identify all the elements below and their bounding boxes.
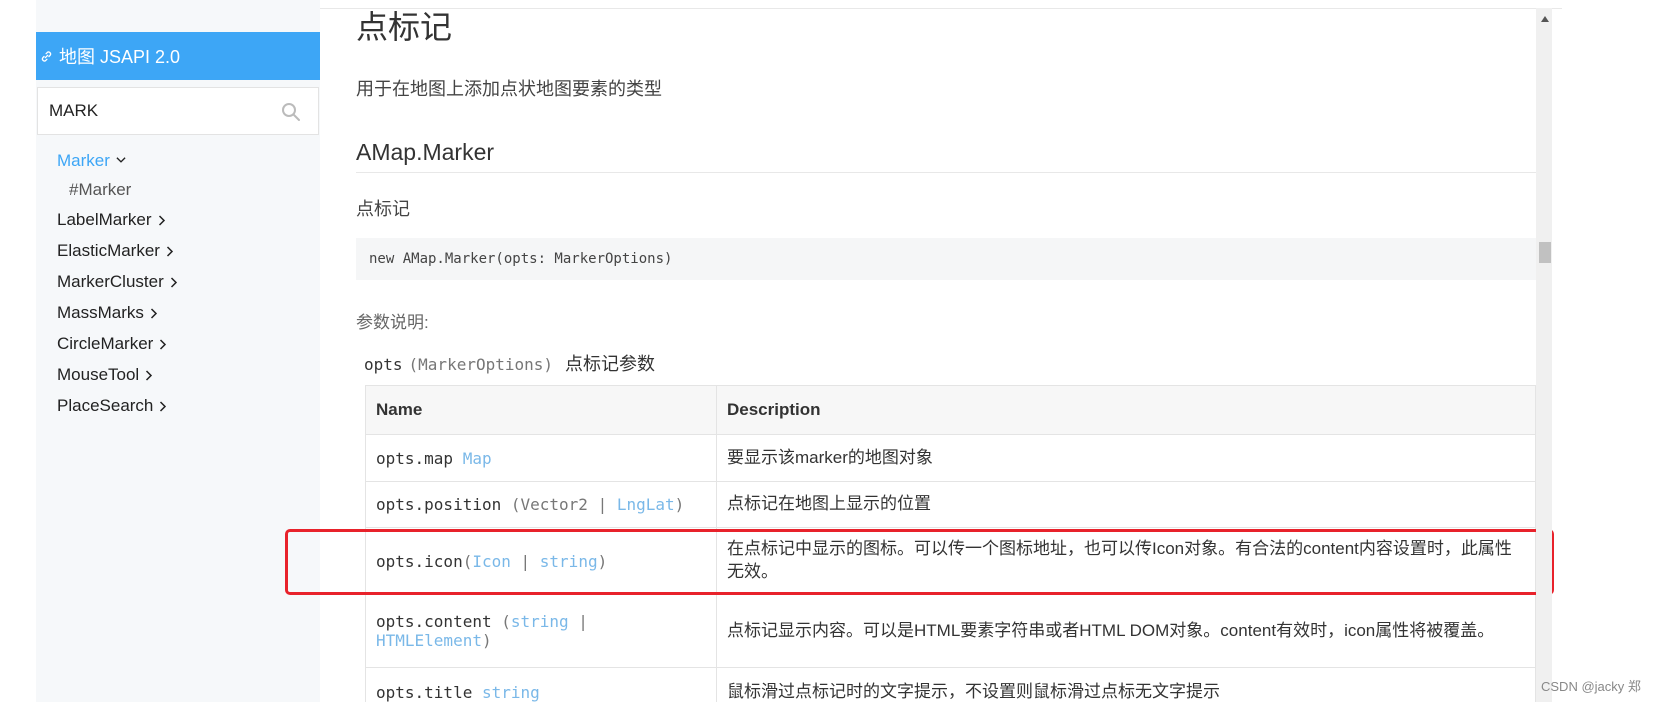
- type-link[interactable]: LngLat: [617, 495, 675, 514]
- option-name-cell: opts.title string: [365, 667, 717, 702]
- param-label: 参数说明:: [356, 313, 429, 332]
- type-link[interactable]: HTMLElement: [376, 631, 482, 650]
- sidebar-subitem-label: #Marker: [69, 180, 132, 199]
- option-description: 要显示该marker的地图对象: [716, 434, 1536, 482]
- chevron-right-icon: [145, 369, 155, 381]
- heading-divider: [356, 172, 1536, 173]
- table-row: opts.content (string | HTMLElement) 点标记显…: [365, 594, 1536, 668]
- option-name: opts.content: [376, 612, 492, 631]
- chevron-down-icon: [116, 156, 126, 166]
- sidebar-item-placesearch[interactable]: PlaceSearch: [57, 390, 180, 421]
- highlight-box: [285, 529, 1554, 595]
- sidebar-item-label: ElasticMarker: [57, 240, 160, 260]
- sidebar-nav: Marker #Marker LabelMarker ElasticMarker…: [57, 145, 180, 421]
- column-header-description: Description: [716, 385, 1536, 435]
- sidebar-title: 地图 JSAPI 2.0: [59, 47, 181, 67]
- chevron-right-icon: [159, 338, 169, 350]
- opts-param-line: opts (MarkerOptions) 点标记参数: [364, 350, 655, 376]
- type-paren: ): [674, 495, 685, 514]
- sidebar-header[interactable]: 地图 JSAPI 2.0: [36, 32, 320, 80]
- opts-name: opts: [364, 355, 403, 374]
- sidebar-item-label: LabelMarker: [57, 209, 152, 229]
- search-box: [37, 87, 319, 135]
- table-header-row: Name Description: [365, 385, 1536, 435]
- type-link[interactable]: string: [511, 612, 569, 631]
- chevron-right-icon: [170, 276, 180, 288]
- type-paren: (: [501, 612, 511, 631]
- sidebar-item-mousetool[interactable]: MouseTool: [57, 359, 180, 390]
- chevron-right-icon: [158, 214, 168, 226]
- type-link[interactable]: Map: [463, 449, 492, 468]
- option-description: 鼠标滑过点标记时的文字提示，不设置则鼠标滑过点标无文字提示: [716, 667, 1536, 702]
- option-name-cell: opts.content (string | HTMLElement): [365, 594, 717, 668]
- page-title: 点标记: [356, 9, 453, 45]
- type-separator: |: [568, 612, 588, 631]
- type-plain: (Vector2 |: [510, 495, 617, 514]
- class-heading: AMap.Marker: [356, 139, 495, 165]
- sidebar-item-massmarks[interactable]: MassMarks: [57, 297, 180, 328]
- sidebar-item-label: PlaceSearch: [57, 395, 154, 415]
- sidebar-item-circlemarker[interactable]: CircleMarker: [57, 328, 180, 359]
- sidebar-subitem-marker[interactable]: #Marker: [57, 176, 180, 204]
- watermark: CSDN @jacky 郑: [1541, 679, 1641, 694]
- link-icon: [40, 49, 54, 63]
- table-row: opts.title string 鼠标滑过点标记时的文字提示，不设置则鼠标滑过…: [365, 667, 1536, 702]
- sidebar-item-marker[interactable]: Marker: [57, 145, 180, 176]
- sidebar-item-labelmarker[interactable]: LabelMarker: [57, 204, 180, 235]
- option-name: opts.map: [376, 448, 454, 468]
- option-name-cell: opts.map Map: [365, 434, 717, 482]
- scroll-up-arrow-icon[interactable]: [1541, 16, 1549, 22]
- class-description: 点标记: [356, 199, 410, 219]
- table-row: opts.map Map 要显示该marker的地图对象: [365, 434, 1536, 482]
- option-description: 点标记在地图上显示的位置: [716, 481, 1536, 528]
- opts-type: (MarkerOptions): [408, 355, 554, 374]
- sidebar-item-elasticmarker[interactable]: ElasticMarker: [57, 235, 180, 266]
- table-row: opts.position (Vector2 | LngLat) 点标记在地图上…: [365, 481, 1536, 528]
- scrollbar-thumb[interactable]: [1539, 242, 1551, 263]
- sidebar-item-label: MarkerCluster: [57, 271, 164, 291]
- type-paren: ): [481, 631, 492, 650]
- chevron-right-icon: [159, 400, 169, 412]
- option-name-cell: opts.position (Vector2 | LngLat): [365, 481, 717, 528]
- sidebar-item-label: MouseTool: [57, 364, 140, 384]
- search-input[interactable]: [49, 101, 269, 121]
- type-link[interactable]: string: [482, 683, 540, 702]
- opts-desc: 点标记参数: [565, 354, 656, 374]
- chevron-right-icon: [150, 307, 160, 319]
- option-description: 点标记显示内容。可以是HTML要素字符串或者HTML DOM对象。content…: [716, 594, 1536, 668]
- sidebar-item-label: MassMarks: [57, 302, 144, 322]
- sidebar-item-label: CircleMarker: [57, 333, 154, 353]
- option-name: opts.title: [376, 683, 473, 702]
- search-icon[interactable]: [281, 102, 301, 122]
- sidebar-item-label: Marker: [57, 150, 110, 170]
- constructor-code-block: new AMap.Marker(opts: MarkerOptions): [356, 238, 1536, 280]
- sidebar-item-markercluster[interactable]: MarkerCluster: [57, 266, 180, 297]
- option-name: opts.position: [376, 495, 502, 514]
- chevron-right-icon: [166, 245, 176, 257]
- column-header-name: Name: [365, 385, 717, 435]
- vertical-scrollbar[interactable]: [1536, 8, 1552, 702]
- page-description: 用于在地图上添加点状地图要素的类型: [356, 79, 662, 99]
